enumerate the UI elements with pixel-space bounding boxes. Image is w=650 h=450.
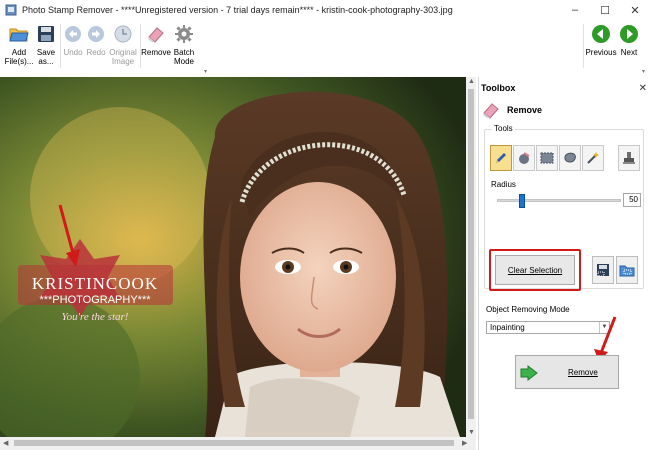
clear-selection-label: Clear Selection	[507, 265, 563, 275]
next-button[interactable]: Next	[617, 24, 641, 57]
main-toolbar: Add File(s)... Save as... Undo Redo Orig…	[0, 20, 650, 76]
gear-icon	[174, 24, 194, 44]
load-selection-icon	[619, 265, 635, 277]
tools-group: Tools Radius 50 Clear Selection	[484, 124, 644, 291]
close-button[interactable]: ✕	[620, 0, 650, 20]
watermark-line3: You're the star!	[62, 311, 129, 323]
folder-open-icon	[9, 24, 29, 44]
remove-toolbar-button[interactable]: Remove	[141, 24, 171, 57]
remove-toolbar-label: Remove	[141, 48, 171, 57]
toolbox-title: Toolbox	[481, 83, 516, 93]
radius-label: Radius	[491, 180, 516, 189]
horizontal-scroll-thumb[interactable]	[14, 440, 454, 446]
stamp-icon	[623, 152, 635, 164]
floppy-disk-icon	[36, 24, 56, 44]
radius-slider-thumb[interactable]	[518, 194, 525, 208]
toolbox-header: Toolbox ✕	[481, 81, 647, 95]
save-selection-icon	[597, 264, 609, 277]
previous-arrow-icon	[591, 24, 611, 44]
lasso-select-icon	[564, 152, 576, 163]
app-icon	[5, 4, 17, 16]
title-bar: Photo Stamp Remover - ****Unregistered v…	[0, 0, 650, 20]
clear-selection-button[interactable]: Clear Selection	[495, 255, 575, 285]
batch-mode-button[interactable]: Batch Mode	[171, 24, 197, 66]
magic-wand-tool-button[interactable]	[582, 145, 604, 171]
previous-button[interactable]: Previous	[585, 24, 617, 57]
watermark-line2: ***PHOTOGRAPHY***	[39, 294, 151, 306]
radius-value-field[interactable]: 50	[623, 193, 641, 207]
save-selection-button[interactable]	[592, 256, 614, 284]
image-canvas[interactable]: KRISTINCOOK ***PHOTOGRAPHY*** You're the…	[0, 77, 466, 437]
clock-icon	[113, 24, 133, 44]
toolbar-separator	[140, 24, 141, 68]
photo: KRISTINCOOK ***PHOTOGRAPHY*** You're the…	[0, 77, 466, 437]
save-as-label: Save as...	[36, 48, 56, 66]
clear-selection-highlight: Clear Selection	[489, 249, 581, 291]
add-files-label: Add File(s)...	[4, 48, 34, 66]
window-title: Photo Stamp Remover - ****Unregistered v…	[22, 5, 453, 15]
vertical-scrollbar[interactable]: ▲ ▼	[466, 77, 476, 437]
save-as-button[interactable]: Save as...	[34, 24, 58, 66]
brush-eraser-icon	[519, 152, 530, 164]
toolbar-grip-icon: ▾	[642, 69, 646, 75]
toolbar-grip-icon: ▾	[204, 69, 208, 75]
stamp-tool-button[interactable]	[618, 145, 640, 171]
minimize-button[interactable]: –	[560, 0, 590, 20]
next-label: Next	[620, 48, 638, 57]
object-removing-mode-value: Inpainting	[490, 323, 525, 332]
redo-arrow-icon	[86, 24, 106, 44]
tools-legend: Tools	[492, 124, 515, 133]
previous-label: Previous	[585, 48, 617, 57]
scroll-up-icon[interactable]: ▲	[468, 78, 475, 85]
remove-section-header: Remove	[481, 99, 647, 121]
toolbox-close-icon[interactable]: ✕	[639, 83, 647, 94]
pencil-tool-button[interactable]	[490, 145, 512, 171]
app-window: Photo Stamp Remover - ****Unregistered v…	[0, 0, 650, 450]
maximize-button[interactable]: ☐	[590, 0, 620, 20]
scroll-down-icon[interactable]: ▼	[468, 429, 475, 436]
magic-wand-icon	[587, 152, 599, 164]
undo-button[interactable]: Undo	[62, 24, 84, 57]
brush-tool-button[interactable]	[513, 145, 535, 171]
eraser-icon	[146, 24, 166, 44]
vertical-scroll-thumb[interactable]	[468, 89, 474, 419]
next-arrow-icon	[619, 24, 639, 44]
redo-button[interactable]: Redo	[85, 24, 107, 57]
rectangle-tool-button[interactable]	[536, 145, 558, 171]
eraser-icon	[483, 103, 499, 119]
scroll-left-icon[interactable]: ◀	[3, 439, 8, 447]
remove-button-label: Remove	[568, 367, 598, 377]
batch-mode-label: Batch Mode	[173, 48, 195, 66]
rectangle-select-icon	[540, 152, 554, 164]
load-selection-button[interactable]	[616, 256, 638, 284]
pencil-icon	[496, 153, 506, 163]
scroll-right-icon[interactable]: ▶	[462, 439, 467, 447]
window-controls: – ☐ ✕	[560, 0, 650, 20]
undo-label: Undo	[63, 48, 83, 57]
radius-slider-track[interactable]	[497, 199, 621, 202]
remove-button[interactable]: Remove	[515, 355, 619, 389]
toolbox-panel: Toolbox ✕ Remove Tools Radius 50 Clear S…	[478, 77, 650, 450]
remove-section-title: Remove	[507, 105, 543, 115]
original-image-button[interactable]: Original Image	[108, 24, 138, 66]
horizontal-scrollbar[interactable]: ◀ ▶	[0, 437, 476, 450]
object-removing-mode-label: Object Removing Mode	[486, 305, 570, 314]
toolbar-separator	[583, 24, 584, 68]
add-files-button[interactable]: Add File(s)...	[4, 24, 34, 66]
undo-arrow-icon	[63, 24, 83, 44]
original-image-label: Original Image	[109, 48, 137, 66]
green-arrow-icon	[520, 365, 538, 381]
toolbar-separator	[60, 24, 61, 68]
watermark-line1: KRISTINCOOK	[32, 274, 158, 293]
lasso-tool-button[interactable]	[559, 145, 581, 171]
redo-label: Redo	[86, 48, 106, 57]
